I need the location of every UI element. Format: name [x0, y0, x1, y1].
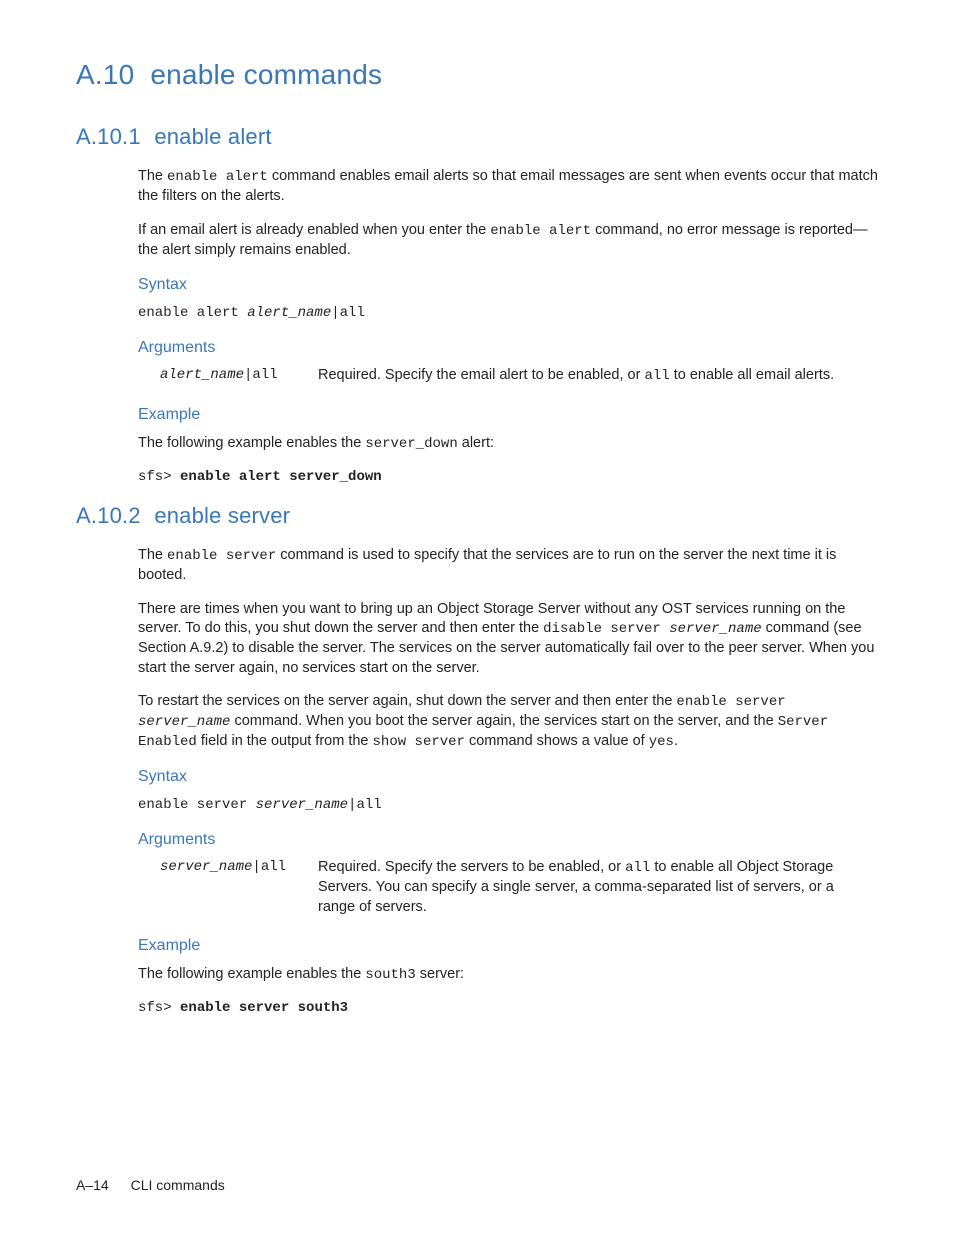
argument-description: Required. Specify the email alert to be … [318, 366, 878, 390]
subsection-body: The enable alert command enables email a… [138, 167, 878, 486]
subsection-body: The enable server command is used to spe… [138, 546, 878, 1017]
arguments-table: server_name|all Required. Specify the se… [160, 858, 878, 921]
section-title: enable commands [150, 59, 382, 90]
footer-title: CLI commands [131, 1177, 225, 1193]
inline-code: enable server [676, 694, 785, 710]
inline-code: all [625, 860, 650, 876]
argument-name: server_name|all [160, 858, 318, 921]
syntax-heading: Syntax [138, 766, 878, 788]
inline-code: show server [373, 734, 465, 750]
argument-description: Required. Specify the servers to be enab… [318, 858, 878, 921]
section-number: A.10 [76, 59, 134, 90]
paragraph: The following example enables the south3… [138, 965, 878, 985]
inline-code: enable server [167, 548, 276, 564]
paragraph: To restart the services on the server ag… [138, 692, 878, 752]
example-block: sfs> enable server south3 [138, 999, 878, 1018]
syntax-block: enable alert alert_name|all [138, 304, 878, 323]
syntax-variable: alert_name [247, 305, 331, 321]
subsection-heading: A.10.2 enable server [76, 501, 878, 531]
subsection-heading: A.10.1 enable alert [76, 122, 878, 152]
subsection-number: A.10.1 [76, 122, 148, 152]
example-block: sfs> enable alert server_down [138, 468, 878, 487]
subsection-title: enable server [154, 503, 290, 528]
inline-code: disable server [543, 621, 669, 637]
argument-name: alert_name|all [160, 366, 318, 390]
arguments-heading: Arguments [138, 829, 878, 851]
syntax-heading: Syntax [138, 274, 878, 296]
example-heading: Example [138, 404, 878, 426]
arguments-heading: Arguments [138, 337, 878, 359]
inline-code: yes [649, 734, 674, 750]
example-heading: Example [138, 935, 878, 957]
paragraph: The enable server command is used to spe… [138, 546, 878, 585]
paragraph: There are times when you want to bring u… [138, 600, 878, 679]
subsection-number: A.10.2 [76, 501, 148, 531]
inline-code: enable alert [490, 223, 591, 239]
inline-code: all [644, 368, 669, 384]
table-row: alert_name|all Required. Specify the ema… [160, 366, 878, 390]
paragraph: The following example enables the server… [138, 434, 878, 454]
inline-variable: server_name [138, 714, 230, 730]
inline-code: south3 [365, 967, 415, 983]
paragraph: If an email alert is already enabled whe… [138, 221, 878, 260]
subsection-title: enable alert [154, 124, 271, 149]
table-row: server_name|all Required. Specify the se… [160, 858, 878, 921]
paragraph: The enable alert command enables email a… [138, 167, 878, 206]
syntax-block: enable server server_name|all [138, 796, 878, 815]
inline-variable: server_name [669, 621, 761, 637]
section-heading: A.10 enable commands [76, 56, 878, 94]
arguments-table: alert_name|all Required. Specify the ema… [160, 366, 878, 390]
syntax-variable: server_name [256, 797, 348, 813]
page-footer: A–14 CLI commands [76, 1176, 225, 1195]
inline-code: server_down [365, 436, 457, 452]
page-number: A–14 [76, 1177, 109, 1193]
inline-code: enable alert [167, 169, 268, 185]
